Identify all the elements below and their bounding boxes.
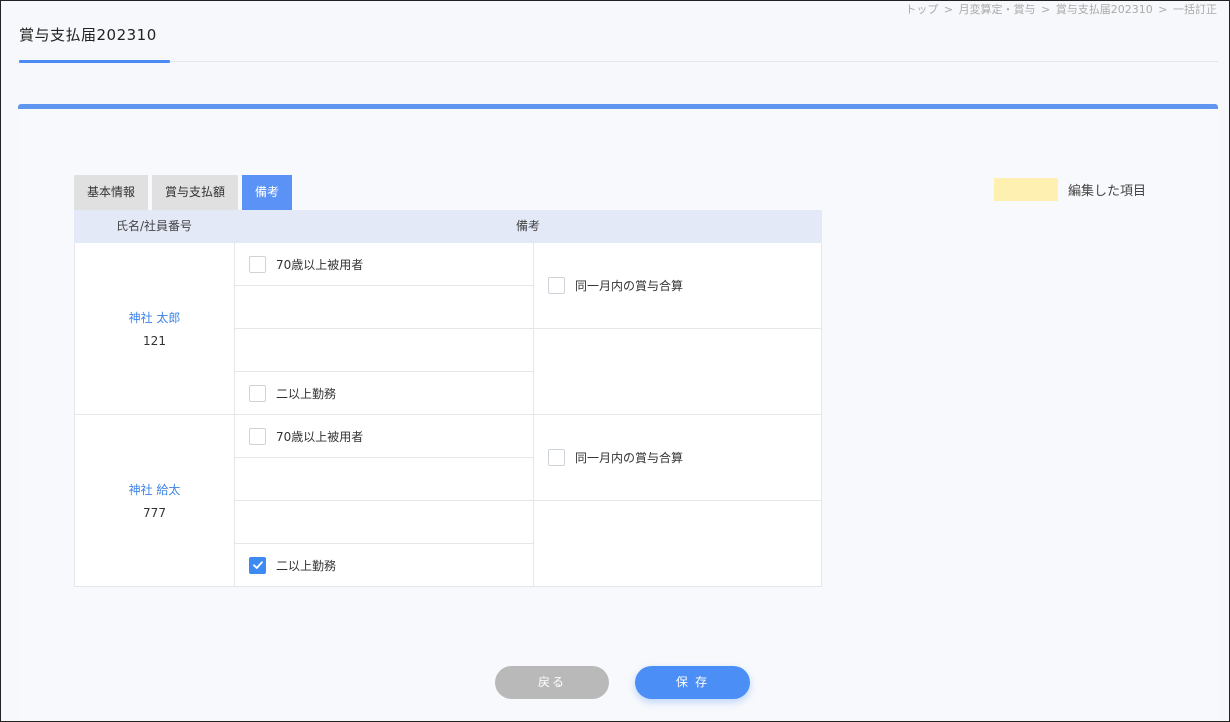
remark-slot: 二以上勤務: [235, 372, 533, 414]
remark-slot-empty: [235, 329, 533, 372]
remarks-column-right: 同一月内の賞与合算: [534, 415, 821, 586]
remarks-column-left: 70歳以上被用者 二以上勤務: [235, 243, 534, 414]
breadcrumb: トップ > 月変算定・賞与 > 賞与支払届202310 > 一括訂正: [904, 1, 1218, 17]
breadcrumb-separator: >: [1041, 3, 1051, 16]
checkbox-box[interactable]: [548, 277, 565, 294]
header-name: 氏名/社員番号: [115, 219, 193, 233]
edited-legend: 編集した項目: [994, 178, 1146, 201]
table-row: 神社 給太 777 70歳以上被用者 二以上勤務 同一月内の賞与合算: [74, 415, 822, 587]
tab-basic-info[interactable]: 基本情報: [74, 175, 149, 210]
header-remarks: 備考: [515, 219, 540, 233]
checkbox-box[interactable]: [249, 384, 266, 402]
remark-slot-empty: [534, 501, 821, 586]
breadcrumb-item-top[interactable]: トップ: [905, 3, 938, 16]
employee-name-link[interactable]: 神社 太郎: [129, 309, 181, 326]
tab-bar: 基本情報 賞与支払額 備考: [74, 175, 293, 210]
remarks-column-left: 70歳以上被用者 二以上勤務: [235, 415, 534, 586]
checkbox-box-checked[interactable]: [249, 556, 266, 574]
breadcrumb-item-current: 一括訂正: [1173, 3, 1217, 16]
multi-work-label: 二以上勤務: [276, 558, 337, 573]
multi-work-label: 二以上勤務: [276, 386, 337, 401]
over70-label: 70歳以上被用者: [276, 257, 364, 272]
remark-slot-empty: [235, 458, 533, 501]
title-divider: [19, 61, 1218, 62]
employee-cell: 神社 太郎 121: [75, 243, 235, 414]
over70-checkbox[interactable]: 70歳以上被用者: [249, 255, 364, 273]
remark-slot: 70歳以上被用者: [235, 415, 533, 458]
tab-remarks[interactable]: 備考: [242, 175, 293, 210]
same-month-label: 同一月内の賞与合算: [575, 279, 684, 293]
legend-swatch: [994, 178, 1058, 201]
remark-slot: 70歳以上被用者: [235, 243, 533, 286]
remark-slot-empty: [235, 501, 533, 544]
page-title: 賞与支払届202310: [19, 26, 157, 44]
employee-number: 121: [143, 334, 166, 348]
title-underline: [19, 60, 170, 63]
remarks-table: 氏名/社員番号 備考 神社 太郎 121 70歳以上被用者 二以上勤務 同一月内…: [74, 210, 822, 587]
legend-label: 編集した項目: [1068, 184, 1147, 199]
tab-bonus-amount[interactable]: 賞与支払額: [152, 175, 239, 210]
over70-label: 70歳以上被用者: [276, 429, 364, 444]
remark-slot-empty: [534, 329, 821, 414]
employee-name-link[interactable]: 神社 給太: [129, 481, 181, 498]
remark-slot: 同一月内の賞与合算: [534, 415, 821, 501]
breadcrumb-item-report[interactable]: 賞与支払届202310: [1056, 3, 1153, 16]
breadcrumb-separator: >: [943, 3, 954, 16]
multi-work-checkbox[interactable]: 二以上勤務: [249, 556, 337, 574]
check-icon: [252, 561, 263, 569]
employee-number: 777: [143, 506, 166, 520]
same-month-checkbox[interactable]: 同一月内の賞与合算: [548, 277, 683, 294]
remark-slot-empty: [235, 286, 533, 329]
table-header: 氏名/社員番号 備考: [74, 210, 822, 243]
checkbox-box[interactable]: [548, 449, 565, 466]
multi-work-checkbox[interactable]: 二以上勤務: [249, 384, 337, 402]
checkbox-box[interactable]: [249, 255, 266, 273]
remark-slot: 二以上勤務: [235, 544, 533, 586]
employee-cell: 神社 給太 777: [75, 415, 235, 586]
remarks-column-right: 同一月内の賞与合算: [534, 243, 821, 414]
breadcrumb-separator: >: [1158, 3, 1168, 16]
over70-checkbox[interactable]: 70歳以上被用者: [249, 427, 364, 445]
remark-slot: 同一月内の賞与合算: [534, 243, 821, 329]
table-row: 神社 太郎 121 70歳以上被用者 二以上勤務 同一月内の賞与合算: [74, 243, 822, 415]
back-button[interactable]: 戻る: [495, 666, 609, 699]
checkbox-box[interactable]: [249, 427, 266, 445]
breadcrumb-item-bonus[interactable]: 月変算定・賞与: [959, 3, 1036, 16]
same-month-label: 同一月内の賞与合算: [575, 451, 684, 465]
same-month-checkbox[interactable]: 同一月内の賞与合算: [548, 449, 683, 466]
save-button[interactable]: 保 存: [635, 666, 750, 699]
